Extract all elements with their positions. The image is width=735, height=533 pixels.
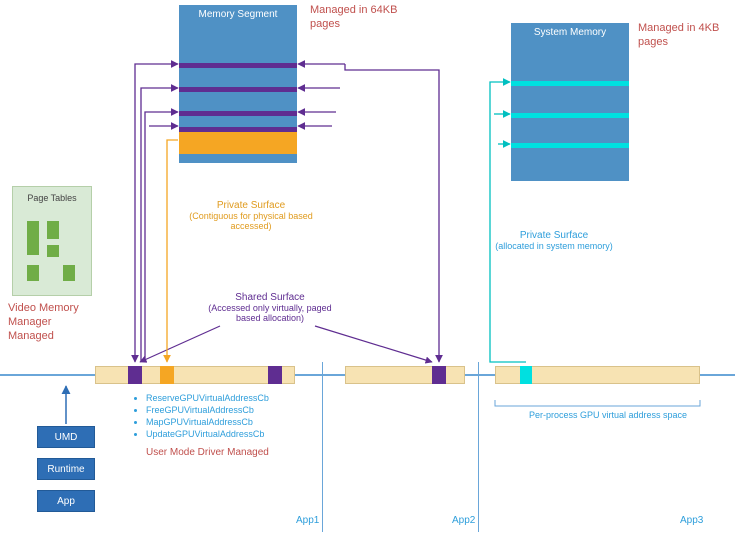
api-item-1: FreeGPUVirtualAddressCb — [146, 404, 310, 416]
api-item-3: UpdateGPUVirtualAddressCb — [146, 428, 310, 440]
addr-marker-cyan-3 — [520, 366, 532, 384]
private-surface-left-annot: Private Surface (Contiguous for physical… — [186, 200, 316, 231]
app2-label: App2 — [452, 515, 475, 526]
system-memory-title: System Memory — [511, 23, 629, 38]
divider-app2-right — [478, 362, 479, 532]
priv-right-title: Private Surface — [494, 230, 614, 241]
priv-left-sub: (Contiguous for physical based accessed) — [186, 211, 316, 231]
app3-label: App3 — [680, 515, 703, 526]
api-list-caption: User Mode Driver Managed — [146, 447, 310, 458]
memory-segment: Memory Segment — [178, 4, 298, 164]
shared-surface-annot: Shared Surface (Accessed only virtually,… — [195, 292, 345, 323]
segment-stripe-purple-1 — [179, 63, 297, 68]
per-process-label: Per-process GPU virtual address space — [503, 410, 713, 420]
api-item-2: MapGPUVirtualAddressCb — [146, 416, 310, 428]
addr-marker-orange-1 — [160, 366, 174, 384]
sys-stripe-3 — [511, 143, 629, 148]
addr-marker-purple-1a — [128, 366, 142, 384]
api-list: ReserveGPUVirtualAddressCb FreeGPUVirtua… — [130, 392, 310, 458]
shared-sub: (Accessed only virtually, paged based al… — [195, 303, 345, 323]
pt-cell-2 — [47, 221, 59, 239]
pt-cell-1 — [27, 221, 39, 255]
stack-runtime-label: Runtime — [47, 464, 84, 475]
sys-stripe-2 — [511, 113, 629, 118]
segment-stripe-orange — [179, 132, 297, 154]
page-tables-title: Page Tables — [13, 187, 91, 203]
addr-seg-app2 — [345, 366, 465, 384]
addr-marker-purple-1b — [268, 366, 282, 384]
mem-seg-page-note: Managed in 64KB pages — [310, 4, 420, 32]
page-tables-tile: Page Tables — [12, 186, 92, 296]
pt-cell-3 — [47, 245, 59, 257]
stack-app: App — [37, 490, 95, 512]
private-surface-right-annot: Private Surface (allocated in system mem… — [494, 230, 614, 251]
shared-title: Shared Surface — [195, 292, 345, 303]
page-tables-caption: Video Memory Manager Managed — [8, 302, 98, 343]
addr-marker-purple-2 — [432, 366, 446, 384]
segment-stripe-purple-3 — [179, 111, 297, 116]
api-item-0: ReserveGPUVirtualAddressCb — [146, 392, 310, 404]
stack-umd-label: UMD — [55, 432, 78, 443]
sys-mem-page-note: Managed in 4KB pages — [638, 22, 728, 50]
segment-stripe-purple-2 — [179, 87, 297, 92]
memory-segment-title: Memory Segment — [179, 5, 297, 20]
sys-stripe-1 — [511, 81, 629, 86]
priv-right-sub: (allocated in system memory) — [494, 241, 614, 251]
stack-runtime: Runtime — [37, 458, 95, 480]
address-rail — [0, 362, 735, 388]
pt-cell-4 — [27, 265, 39, 281]
priv-left-title: Private Surface — [186, 200, 316, 211]
addr-seg-app1 — [95, 366, 295, 384]
system-memory: System Memory — [510, 22, 630, 182]
app1-label: App1 — [296, 515, 319, 526]
stack-app-label: App — [57, 496, 75, 507]
pt-cell-5 — [63, 265, 75, 281]
stack-umd: UMD — [37, 426, 95, 448]
divider-app1-right — [322, 362, 323, 532]
